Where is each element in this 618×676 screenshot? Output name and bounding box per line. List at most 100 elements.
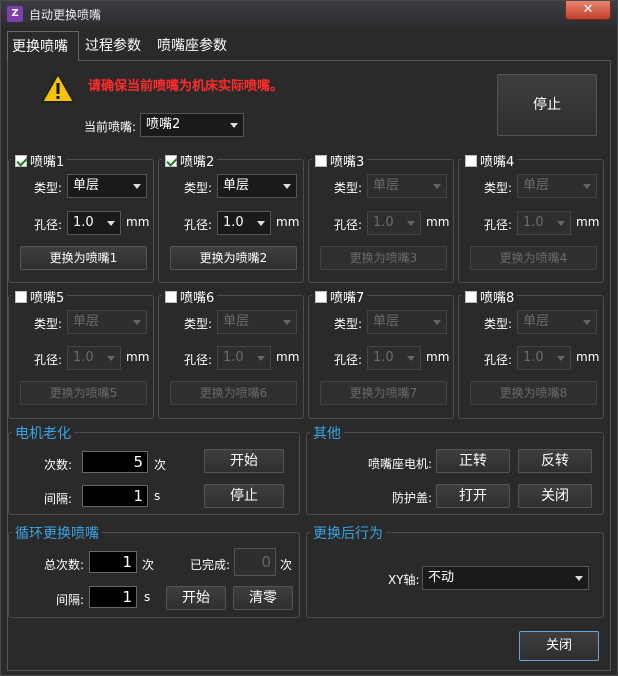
change-to-nozzle-5-button[interactable]: 更换为喷嘴5	[20, 381, 147, 405]
nozzle-3-name: 喷嘴3	[330, 155, 365, 170]
nozzle-2-type-select[interactable]: 单层	[217, 174, 297, 198]
nozzle-4-hole-value: 1.0	[523, 215, 544, 230]
nozzle-8-hole-value: 1.0	[523, 350, 544, 365]
nozzle-3-type-label: 类型:	[334, 181, 363, 195]
change-to-nozzle-6-button[interactable]: 更换为喷嘴6	[170, 381, 297, 405]
nozzle-1-type-value: 单层	[73, 178, 100, 193]
nozzle-7-checkbox[interactable]: 喷嘴7	[312, 287, 368, 306]
nozzle-5-hole-select[interactable]: 1.0	[67, 346, 121, 370]
nozzle-2-checkbox[interactable]: 喷嘴2	[162, 151, 218, 170]
cycle-clear-button[interactable]: 清零	[233, 586, 293, 610]
nozzle-1-hole-select[interactable]: 1.0	[67, 211, 121, 235]
nozzle-6-type-label: 类型:	[184, 317, 213, 331]
nozzle-7-type-select[interactable]: 单层	[367, 310, 447, 334]
checkbox-unchecked-icon	[315, 291, 327, 303]
cycle-done-unit: 次	[280, 558, 293, 572]
holder-motor-label: 喷嘴座电机:	[368, 457, 433, 471]
title-bar[interactable]: Z 自动更换喷嘴 ✕	[1, 1, 617, 27]
chevron-down-icon	[583, 184, 591, 189]
aging-stop-button[interactable]: 停止	[204, 484, 284, 508]
cover-open-button[interactable]: 打开	[436, 484, 510, 508]
nozzle-5-type-value: 单层	[73, 314, 100, 329]
nozzle-1-hole-value: 1.0	[73, 215, 94, 230]
tab-nozzle-holder-params[interactable]: 喷嘴座参数	[153, 31, 237, 61]
cycle-start-button[interactable]: 开始	[166, 586, 226, 610]
cycle-total-label: 总次数:	[44, 558, 85, 572]
nozzle-5-type-select[interactable]: 单层	[67, 310, 147, 334]
nozzle-2-name: 喷嘴2	[180, 155, 215, 170]
cycle-interval-input[interactable]: 1	[89, 586, 137, 608]
after-change-title: 更换后行为	[310, 523, 386, 543]
chevron-down-icon	[230, 123, 238, 128]
nozzle-5-type-label: 类型:	[34, 317, 63, 331]
nozzle-3-hole-select[interactable]: 1.0	[367, 211, 421, 235]
nozzle-4-hole-label: 孔径:	[484, 218, 513, 232]
nozzle-3-type-select[interactable]: 单层	[367, 174, 447, 198]
nozzle-8-type-select[interactable]: 单层	[517, 310, 597, 334]
change-to-nozzle-8-button[interactable]: 更换为喷嘴8	[470, 381, 597, 405]
aging-count-unit: 次	[154, 458, 167, 472]
warning-icon	[41, 73, 75, 103]
nozzle-8-name: 喷嘴8	[480, 291, 515, 306]
nozzle-8-checkbox[interactable]: 喷嘴8	[462, 287, 518, 306]
nozzle-5-checkbox[interactable]: 喷嘴5	[12, 287, 68, 306]
window-close-button[interactable]: ✕	[565, 1, 611, 20]
nozzle-4-hole-select[interactable]: 1.0	[517, 211, 571, 235]
nozzle-4-type-select[interactable]: 单层	[517, 174, 597, 198]
checkbox-checked-icon	[165, 155, 177, 167]
chevron-down-icon	[557, 221, 565, 226]
checkbox-unchecked-icon	[165, 291, 177, 303]
aging-interval-input[interactable]: 1	[82, 485, 148, 507]
nozzle-6-hole-label: 孔径:	[184, 353, 213, 367]
nozzle-6-type-select[interactable]: 单层	[217, 310, 297, 334]
nozzle-2-hole-select[interactable]: 1.0	[217, 211, 271, 235]
nozzle-8-unit: mm	[576, 350, 600, 364]
change-to-nozzle-3-button[interactable]: 更换为喷嘴3	[320, 246, 447, 270]
nozzle-7-name: 喷嘴7	[330, 291, 365, 306]
nozzle-5-unit: mm	[126, 350, 150, 364]
chevron-down-icon	[575, 576, 583, 581]
nozzle-7-hole-select[interactable]: 1.0	[367, 346, 421, 370]
close-button[interactable]: 关闭	[519, 631, 599, 661]
chevron-down-icon	[433, 320, 441, 325]
cycle-interval-unit: s	[144, 590, 151, 604]
nozzle-3-checkbox[interactable]: 喷嘴3	[312, 151, 368, 170]
change-to-nozzle-2-button[interactable]: 更换为喷嘴2	[170, 246, 297, 270]
current-nozzle-select[interactable]: 喷嘴2	[140, 113, 244, 137]
nozzle-6-unit: mm	[276, 350, 300, 364]
nozzle-6-checkbox[interactable]: 喷嘴6	[162, 287, 218, 306]
nozzle-8-hole-label: 孔径:	[484, 353, 513, 367]
nozzle-8-hole-select[interactable]: 1.0	[517, 346, 571, 370]
tab-process-params[interactable]: 过程参数	[81, 31, 151, 61]
nozzle-8-type-value: 单层	[523, 314, 550, 329]
nozzle-1-checkbox[interactable]: 喷嘴1	[12, 151, 68, 170]
cycle-total-unit: 次	[142, 558, 155, 572]
tab-change-nozzle[interactable]: 更换喷嘴	[7, 31, 79, 61]
aging-count-input[interactable]: 5	[82, 451, 148, 473]
nozzle-4-type-label: 类型:	[484, 181, 513, 195]
xy-axis-select[interactable]: 不动	[422, 566, 589, 590]
change-to-nozzle-4-button[interactable]: 更换为喷嘴4	[470, 246, 597, 270]
motor-reverse-button[interactable]: 反转	[518, 449, 592, 473]
chevron-down-icon	[257, 356, 265, 361]
stop-button[interactable]: 停止	[497, 74, 597, 136]
nozzle-6-hole-select[interactable]: 1.0	[217, 346, 271, 370]
checkbox-unchecked-icon	[465, 155, 477, 167]
change-to-nozzle-7-button[interactable]: 更换为喷嘴7	[320, 381, 447, 405]
motor-forward-button[interactable]: 正转	[436, 449, 510, 473]
nozzle-7-hole-value: 1.0	[373, 350, 394, 365]
cycle-total-input[interactable]: 1	[89, 551, 137, 573]
nozzle-4-checkbox[interactable]: 喷嘴4	[462, 151, 518, 170]
cycle-done-label: 已完成:	[190, 558, 231, 572]
checkbox-unchecked-icon	[315, 155, 327, 167]
cover-close-button[interactable]: 关闭	[518, 484, 592, 508]
aging-start-button[interactable]: 开始	[204, 449, 284, 473]
chevron-down-icon	[133, 184, 141, 189]
nozzle-8-type-label: 类型:	[484, 317, 513, 331]
chevron-down-icon	[107, 356, 115, 361]
chevron-down-icon	[107, 221, 115, 226]
nozzle-1-type-select[interactable]: 单层	[67, 174, 147, 198]
chevron-down-icon	[133, 320, 141, 325]
change-to-nozzle-1-button[interactable]: 更换为喷嘴1	[20, 246, 147, 270]
motor-aging-title: 电机老化	[12, 423, 74, 443]
